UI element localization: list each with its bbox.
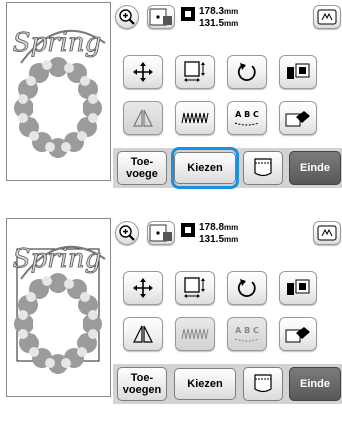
embroidery-frame-icon [149, 224, 172, 242]
edit-button[interactable] [279, 55, 317, 89]
hoop-icon [317, 9, 337, 25]
width-value: 178.3 [199, 6, 225, 17]
hoop-button[interactable] [313, 5, 341, 29]
wreath-pattern: Spring [12, 28, 106, 158]
mirror-button[interactable] [123, 101, 163, 135]
hoop-button[interactable] [313, 221, 341, 245]
rotate-icon [237, 63, 256, 81]
rotate-button[interactable] [227, 271, 267, 305]
pocket-button[interactable] [243, 367, 283, 401]
zoom-in-icon [119, 225, 135, 241]
resize-icon [184, 61, 205, 82]
density-button[interactable] [175, 101, 215, 135]
zoom-in-icon [119, 9, 135, 25]
zoom-button[interactable] [115, 221, 139, 245]
width-unit: mm [224, 223, 239, 232]
svg-text:A B C: A B C [235, 326, 259, 335]
height-readout: 131.5mm [199, 18, 238, 30]
add-button-label: Toe- voege [126, 156, 158, 180]
height-readout: 131.5mm [199, 234, 238, 246]
pattern-preview: Spring [6, 2, 111, 181]
move-arrows-icon [133, 278, 153, 298]
end-button[interactable]: Einde [289, 151, 341, 185]
end-button-label: Einde [300, 378, 330, 390]
text-array-icon: A B C [234, 110, 260, 126]
delete-button[interactable] [279, 317, 317, 351]
select-button[interactable]: Kiezen [174, 368, 236, 400]
add-button[interactable]: Toe- voegen [117, 367, 167, 401]
density-button[interactable] [175, 317, 215, 351]
height-value: 131.5 [199, 18, 225, 29]
pattern-preview: Spring [6, 218, 111, 397]
edit-screen-top: Spring 178.3mm 131.5mm A B C Toe- voege … [0, 0, 342, 205]
move-button[interactable] [123, 55, 163, 89]
wreath-pattern: Spring [12, 244, 106, 374]
delete-button[interactable] [279, 101, 317, 135]
array-button[interactable]: A B C [227, 101, 267, 135]
edit-button[interactable] [279, 271, 317, 305]
pattern-size: 178.3mm 131.5mm [181, 5, 261, 31]
resize-icon [184, 277, 205, 298]
control-panel: 178.3mm 131.5mm A B C Toe- voege Kiezen … [113, 0, 342, 205]
rotate-icon [237, 279, 256, 297]
add-button[interactable]: Toe- voege [117, 151, 167, 185]
dimension-icon [181, 223, 195, 237]
text-array-icon: A B C [234, 326, 260, 342]
height-value: 131.5 [199, 234, 225, 245]
array-button[interactable]: A B C [227, 317, 267, 351]
control-panel: 178.8mm 131.5mm A B C Toe- voegen Kiezen… [113, 216, 342, 421]
mirror-icon [133, 109, 153, 127]
dimension-icon [181, 7, 195, 21]
eraser-icon [285, 327, 310, 343]
density-icon [181, 328, 209, 340]
preview-text: Spring [13, 28, 102, 58]
memory-pocket-icon [254, 374, 272, 393]
move-button[interactable] [123, 271, 163, 305]
frame-button[interactable] [147, 5, 175, 29]
size-button[interactable] [175, 271, 215, 305]
density-icon [181, 112, 209, 124]
edit-letters-icon [287, 63, 310, 79]
pattern-size: 178.8mm 131.5mm [181, 221, 261, 247]
height-unit: mm [224, 19, 239, 28]
edit-letters-icon [287, 279, 310, 295]
select-highlight [171, 147, 239, 189]
hoop-icon [317, 225, 337, 241]
end-button-label: Einde [300, 162, 330, 174]
eraser-icon [285, 111, 310, 127]
width-readout: 178.3mm [199, 6, 238, 18]
embroidery-frame-icon [149, 8, 172, 26]
svg-text:A B C: A B C [235, 110, 259, 119]
mirror-button[interactable] [123, 317, 163, 351]
rotate-button[interactable] [227, 55, 267, 89]
height-unit: mm [224, 235, 239, 244]
width-readout: 178.8mm [199, 222, 238, 234]
mirror-icon [133, 325, 153, 343]
end-button[interactable]: Einde [289, 367, 341, 401]
select-button-label: Kiezen [187, 378, 223, 390]
size-button[interactable] [175, 55, 215, 89]
move-arrows-icon [133, 62, 153, 82]
edit-screen-bottom: Spring 178.8mm 131.5mm A B C Toe- voegen… [0, 216, 342, 421]
width-value: 178.8 [199, 222, 225, 233]
pocket-button[interactable] [243, 151, 283, 185]
width-unit: mm [224, 7, 239, 16]
preview-text: Spring [13, 244, 102, 274]
add-button-label: Toe- voegen [122, 372, 162, 396]
frame-button[interactable] [147, 221, 175, 245]
zoom-button[interactable] [115, 5, 139, 29]
memory-pocket-icon [254, 158, 272, 177]
